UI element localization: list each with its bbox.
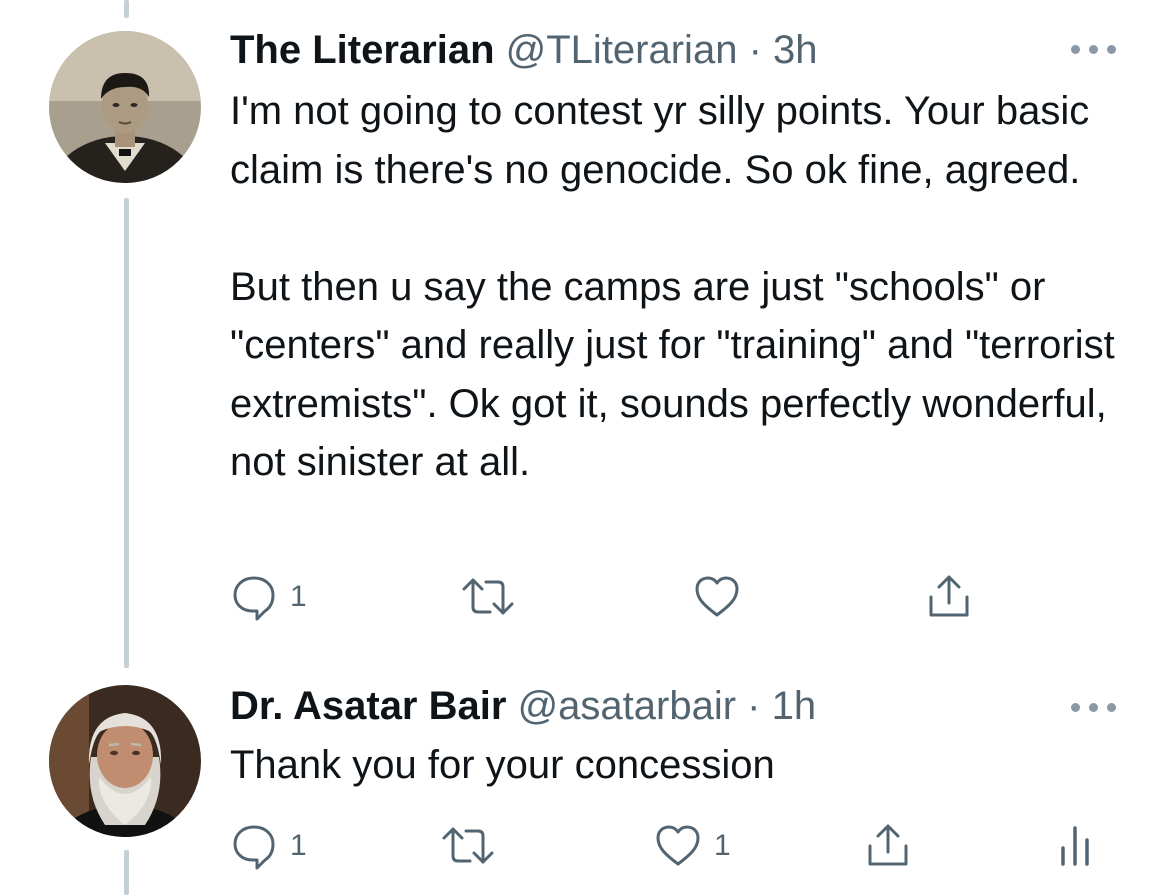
more-options-icon[interactable]: [1071, 39, 1117, 59]
tweet-paragraph: Thank you for your concession: [230, 743, 775, 787]
reply-icon: [233, 576, 275, 621]
more-options-icon[interactable]: [1071, 697, 1117, 717]
analytics-button[interactable]: [1057, 822, 1093, 870]
handle[interactable]: @TLiterarian: [506, 28, 738, 72]
reply-button[interactable]: 1: [230, 573, 307, 621]
share-icon: [868, 824, 908, 866]
handle[interactable]: @asatarbair: [518, 684, 736, 728]
thread-line-middle: [124, 198, 129, 668]
avatar-the-literarian[interactable]: [49, 31, 201, 183]
display-name[interactable]: The Literarian: [230, 28, 495, 72]
dot-separator: ·: [747, 684, 761, 728]
display-name[interactable]: Dr. Asatar Bair: [230, 684, 506, 728]
tweet-paragraph: I'm not going to contest yr silly points…: [230, 89, 1101, 192]
retweet-button[interactable]: [460, 573, 516, 621]
reply-count: 1: [290, 580, 307, 613]
heart-icon: [656, 825, 700, 866]
analytics-icon: [1061, 826, 1089, 866]
share-icon: [929, 575, 969, 617]
paragraph-spacer: [230, 199, 1150, 258]
tweet-text: I'm not going to contest yr silly points…: [230, 82, 1150, 492]
tweet-text: Thank you for your concession: [230, 736, 1150, 795]
avatar-dr-asatar-bair[interactable]: [49, 685, 201, 837]
retweet-button[interactable]: [440, 822, 496, 870]
retweet-icon: [442, 827, 494, 864]
timestamp[interactable]: 1h: [772, 684, 817, 728]
reply-icon: [233, 825, 275, 870]
retweet-icon: [462, 578, 514, 615]
share-button[interactable]: [925, 573, 973, 621]
heart-icon: [695, 576, 739, 617]
thread-line-top: [124, 0, 129, 18]
reply-button[interactable]: 1: [230, 822, 307, 870]
like-button[interactable]: 1: [654, 822, 731, 870]
reply-count: 1: [290, 829, 307, 862]
share-button[interactable]: [864, 822, 912, 870]
timestamp[interactable]: 3h: [773, 28, 818, 72]
like-button[interactable]: [693, 573, 741, 621]
tweet-header: The Literarian @TLiterarian · 3h: [230, 26, 818, 74]
dot-separator: ·: [748, 28, 762, 72]
tweet-header: Dr. Asatar Bair @asatarbair · 1h: [230, 682, 816, 730]
tweet-paragraph: But then u say the camps are just "schoo…: [230, 264, 1126, 485]
like-count: 1: [714, 829, 731, 862]
thread-line-bottom: [124, 850, 129, 895]
